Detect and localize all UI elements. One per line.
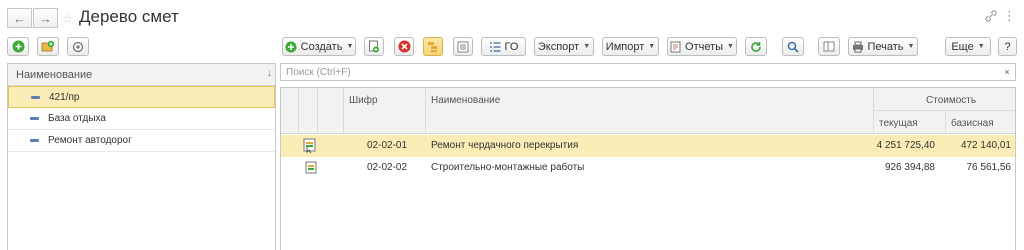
help-label: ? (1004, 40, 1011, 53)
link-icon[interactable] (984, 9, 998, 23)
chevron-down-icon: ▼ (648, 43, 656, 50)
chevron-down-icon: ▼ (583, 43, 591, 50)
cell-name: Ремонт чердачного перекрытия (431, 140, 579, 151)
arrow-left-icon: ← (13, 10, 26, 26)
estimate-icon (305, 161, 317, 177)
column-header-name[interactable]: Наименование (431, 95, 500, 106)
panel-toggle-button[interactable] (818, 37, 840, 56)
delete-icon (398, 40, 411, 53)
page-title: Дерево смет (79, 7, 179, 26)
report-icon (670, 41, 681, 53)
add-button[interactable] (7, 37, 29, 56)
import-button[interactable]: Импорт ▼ (602, 37, 659, 56)
chevron-down-icon: ▼ (977, 43, 985, 50)
list-icon (457, 41, 469, 53)
help-button[interactable]: ? (998, 37, 1017, 56)
create-label: Создать (300, 40, 343, 53)
estimate-icon (303, 138, 317, 156)
settings-button[interactable] (67, 37, 89, 56)
hierarchy-icon (427, 41, 439, 53)
chevron-down-icon: ▼ (907, 43, 915, 50)
chevron-down-icon: ▼ (727, 43, 734, 50)
collapse-icon (31, 95, 40, 99)
column-header-name: Наименование (16, 68, 93, 81)
table-row[interactable]: 02-02-02 Строительно-монтажные работы 92… (281, 157, 1015, 179)
sort-arrow-icon: ↓ (267, 68, 272, 79)
tree-item-label: База отдыха (48, 113, 106, 124)
cell-base-cost: 76 561,56 (966, 162, 1012, 173)
refresh-icon (750, 41, 762, 53)
reports-label: Отчеты (685, 40, 724, 53)
export-label: Экспорт (537, 40, 580, 53)
import-label: Импорт (605, 40, 645, 53)
print-button[interactable]: Печать ▼ (848, 37, 918, 56)
create-button[interactable]: Создать ▼ (282, 37, 356, 56)
copy-button[interactable] (364, 37, 384, 56)
add-folder-icon (41, 40, 55, 53)
go-label: ГО (504, 40, 519, 53)
arrow-right-icon: → (39, 10, 52, 26)
left-panel-header[interactable]: Наименование ↓ (8, 64, 275, 86)
close-icon[interactable]: × (1001, 66, 1013, 78)
printer-icon (852, 41, 864, 53)
table-header: Шифр Наименование Стоимость текущая бази… (281, 88, 1015, 134)
search-icon (787, 41, 799, 53)
cell-current-cost: 926 394,88 (884, 162, 935, 173)
list-bullets-icon (489, 41, 501, 52)
column-header-current[interactable]: текущая (879, 118, 918, 129)
add-icon (285, 41, 297, 53)
collapse-icon (30, 139, 39, 142)
cell-name: Строительно-монтажные работы (431, 162, 585, 173)
table-row[interactable]: 02-02-01 Ремонт чердачного перекрытия 4 … (281, 135, 1015, 157)
search-button[interactable] (782, 37, 804, 56)
collapse-icon (30, 117, 39, 120)
estimate-tree-panel: Наименование ↓ 421/пр База отдыха Ремонт… (7, 63, 276, 250)
more-label: Еще (951, 40, 974, 53)
tree-item-recreation-base[interactable]: База отдыха (8, 108, 275, 130)
chevron-down-icon: ▼ (346, 43, 354, 50)
tree-item-421[interactable]: 421/пр (8, 86, 275, 108)
column-header-base[interactable]: базисная (951, 118, 994, 129)
more-vertical-icon[interactable]: ⋮ (1003, 8, 1016, 24)
print-label: Печать (867, 40, 904, 53)
cell-code: 02-02-01 (367, 140, 408, 151)
go-button[interactable]: ГО (481, 37, 526, 56)
column-header-code[interactable]: Шифр (349, 95, 378, 106)
add-folder-button[interactable] (37, 37, 59, 56)
cell-base-cost: 472 140,01 (960, 140, 1011, 151)
panel-icon (823, 41, 835, 52)
star-icon[interactable]: ☆ (62, 12, 73, 26)
tree-item-road-repair[interactable]: Ремонт автодорог (8, 130, 275, 152)
more-button[interactable]: Еще ▼ (945, 37, 991, 56)
back-button[interactable]: ← (7, 8, 32, 28)
forward-button[interactable]: → (33, 8, 58, 28)
settings-icon (72, 41, 84, 53)
column-header-cost[interactable]: Стоимость (926, 95, 976, 106)
estimates-table: Шифр Наименование Стоимость текущая бази… (280, 87, 1016, 250)
list-view-toggle[interactable] (453, 37, 473, 56)
delete-button[interactable] (394, 37, 414, 56)
export-button[interactable]: Экспорт ▼ (534, 37, 594, 56)
search-placeholder: Поиск (Ctrl+F) (286, 66, 351, 78)
tree-item-label: Ремонт автодорог (48, 135, 132, 146)
tree-view-toggle[interactable] (423, 37, 443, 56)
copy-document-icon (368, 40, 380, 53)
cell-code: 02-02-02 (367, 162, 408, 173)
reports-button[interactable]: Отчеты ▼ (667, 37, 737, 56)
search-input[interactable]: Поиск (Ctrl+F) × (280, 63, 1016, 81)
add-icon (12, 40, 25, 53)
refresh-button[interactable] (745, 37, 767, 56)
tree-item-label: 421/пр (49, 91, 80, 103)
cell-current-cost: 4 251 725,40 (876, 140, 935, 151)
